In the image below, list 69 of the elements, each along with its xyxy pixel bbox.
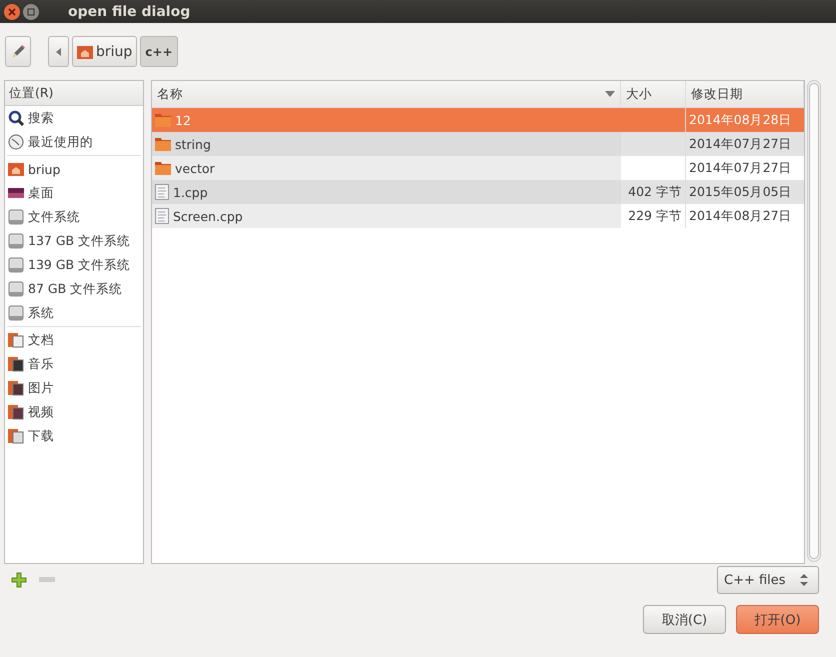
folder-icon <box>155 161 171 175</box>
places-item[interactable]: 搜索 <box>5 106 143 130</box>
drive-icon <box>8 305 24 321</box>
media-folder-icon <box>8 356 24 372</box>
places-item[interactable]: 图片 <box>5 376 143 400</box>
square-icon <box>27 8 35 16</box>
places-item[interactable]: 139 GB 文件系统 <box>5 253 143 277</box>
modified-date: 2014年07月27日 <box>689 160 792 176</box>
add-icon[interactable] <box>11 572 27 588</box>
file-size: 229 字节 <box>628 208 682 224</box>
file-name: vector <box>175 160 215 176</box>
spin-arrows-icon <box>800 574 808 586</box>
open-button[interactable]: 打开(O) <box>736 605 819 634</box>
modified-date: 2014年08月27日 <box>689 208 792 224</box>
file-type-dropdown[interactable]: C++ files <box>717 566 819 594</box>
text-file-icon <box>155 208 169 224</box>
places-item[interactable]: 137 GB 文件系统 <box>5 229 143 253</box>
file-name: 12 <box>175 112 191 128</box>
pencil-icon <box>10 42 26 60</box>
modified-date: 2014年07月27日 <box>689 136 792 152</box>
places-item[interactable]: 最近使用的 <box>5 130 143 154</box>
window-title: open file dialog <box>68 4 190 20</box>
places-item[interactable]: 下载 <box>5 424 143 448</box>
path-button[interactable]: briup <box>72 36 138 67</box>
places-item[interactable]: briup <box>5 157 143 181</box>
document-folder-icon <box>8 332 24 348</box>
media-folder-icon <box>8 404 24 420</box>
file-name: Screen.cpp <box>173 208 243 224</box>
home-folder-icon <box>77 44 93 58</box>
places-item[interactable]: 文件系统 <box>5 205 143 229</box>
home-folder-icon <box>8 162 24 176</box>
drive-icon <box>8 233 24 249</box>
back-button[interactable] <box>48 36 69 67</box>
media-folder-icon <box>8 380 24 396</box>
places-item[interactable]: 桌面 <box>5 181 143 205</box>
media-folder-icon <box>8 428 24 444</box>
edit-location-button[interactable] <box>5 36 31 67</box>
minimize-button[interactable] <box>23 4 39 20</box>
search-icon <box>8 110 24 126</box>
file-name: 1.cpp <box>173 184 208 200</box>
modified-date: 2015年05月05日 <box>689 184 792 200</box>
drive-icon <box>8 257 24 273</box>
modified-date: 2014年08月28日 <box>689 112 792 128</box>
file-name: string <box>175 136 211 152</box>
folder-icon <box>155 113 171 127</box>
file-row[interactable]: string 2014年07月27日 <box>152 132 804 156</box>
close-icon <box>8 8 16 16</box>
places-item[interactable]: 87 GB 文件系统 <box>5 277 143 301</box>
text-file-icon <box>155 184 169 200</box>
column-header[interactable]: 位置(R) <box>5 81 143 106</box>
column-header[interactable]: 大小 <box>621 81 686 107</box>
left-arrow-icon <box>56 48 62 56</box>
desktop-icon <box>8 188 24 198</box>
drive-icon <box>8 209 24 225</box>
places-item[interactable]: 音乐 <box>5 352 143 376</box>
column-header[interactable]: 修改日期 <box>686 81 804 107</box>
column-header[interactable]: 名称 <box>152 81 621 107</box>
sort-arrow-icon <box>605 91 615 97</box>
path-button[interactable]: c++ <box>140 36 178 67</box>
places-item[interactable]: 系统 <box>5 301 143 325</box>
drive-icon <box>8 281 24 297</box>
places-item[interactable]: 视频 <box>5 400 143 424</box>
folder-icon <box>155 137 171 151</box>
scrollbar[interactable] <box>807 80 821 562</box>
close-button[interactable] <box>4 4 20 20</box>
places-item[interactable]: 文档 <box>5 328 143 352</box>
cancel-button[interactable]: 取消(C) <box>643 605 726 634</box>
file-size: 402 字节 <box>628 184 682 200</box>
file-row[interactable]: 1.cpp 402 字节 2015年05月05日 <box>152 180 804 204</box>
